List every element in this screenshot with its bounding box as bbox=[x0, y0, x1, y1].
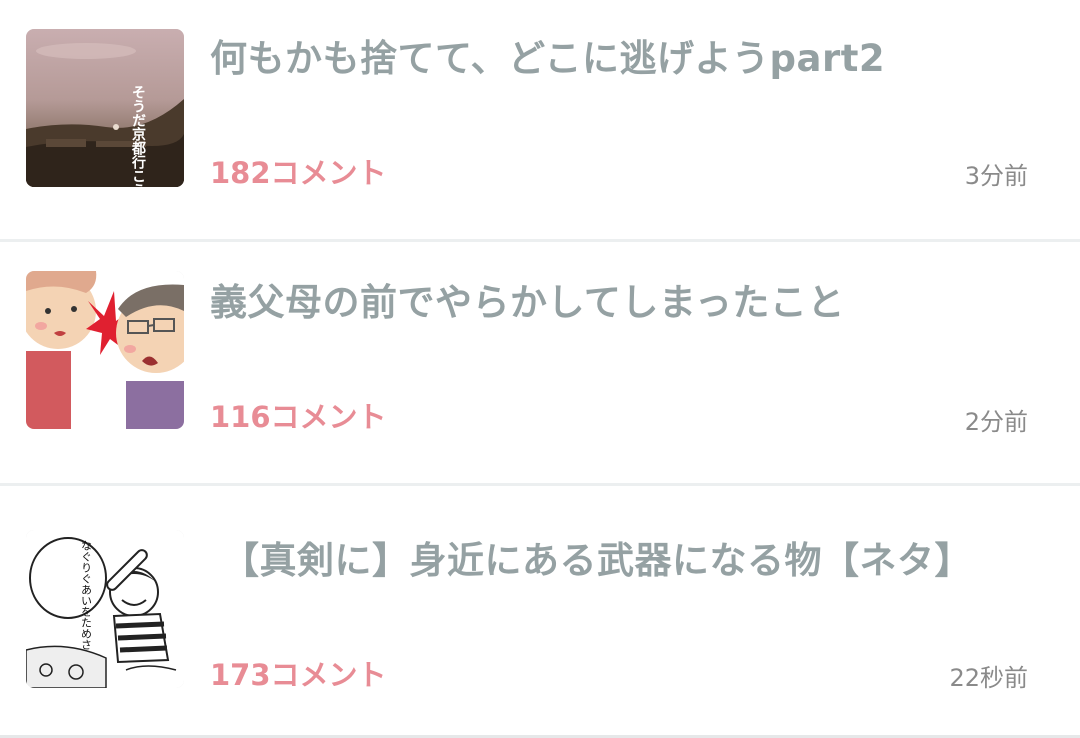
article-item[interactable]: そうだ京都行こう。 何もかも捨てて、どこに逃げようpart2 182コメント 3… bbox=[0, 0, 1080, 242]
article-list: そうだ京都行こう。 何もかも捨てて、どこに逃げようpart2 182コメント 3… bbox=[0, 0, 1080, 738]
comment-count: 173コメント bbox=[210, 658, 387, 692]
article-title[interactable]: 義父母の前でやらかしてしまったこと bbox=[210, 280, 1040, 326]
article-thumbnail[interactable]: なぐりぐあいをためさせろ。 bbox=[26, 530, 184, 688]
article-item[interactable]: なぐりぐあいをためさせろ。 【真剣に】身近にある武器になる物【ネタ】 173コメ… bbox=[0, 486, 1080, 738]
post-time: 3分前 bbox=[964, 162, 1028, 190]
article-item[interactable]: 義父母の前でやらかしてしまったこと 116コメント 2分前 bbox=[0, 242, 1080, 486]
thumb-caption: そうだ京都行こう。 bbox=[130, 85, 147, 187]
post-time: 2分前 bbox=[964, 408, 1028, 436]
article-title[interactable]: 【真剣に】身近にある武器になる物【ネタ】 bbox=[222, 538, 1040, 584]
article-thumbnail[interactable] bbox=[26, 271, 184, 429]
comment-count: 116コメント bbox=[210, 400, 387, 434]
comment-count: 182コメント bbox=[210, 156, 387, 190]
post-time: 22秒前 bbox=[949, 664, 1028, 692]
article-title[interactable]: 何もかも捨てて、どこに逃げようpart2 bbox=[210, 36, 1040, 82]
article-thumbnail[interactable]: そうだ京都行こう。 bbox=[26, 29, 184, 187]
kyoto-landscape-image: そうだ京都行こう。 bbox=[26, 29, 184, 187]
manga-bat-character-image: なぐりぐあいをためさせろ。 bbox=[26, 530, 184, 688]
in-law-argument-illustration bbox=[26, 271, 184, 429]
